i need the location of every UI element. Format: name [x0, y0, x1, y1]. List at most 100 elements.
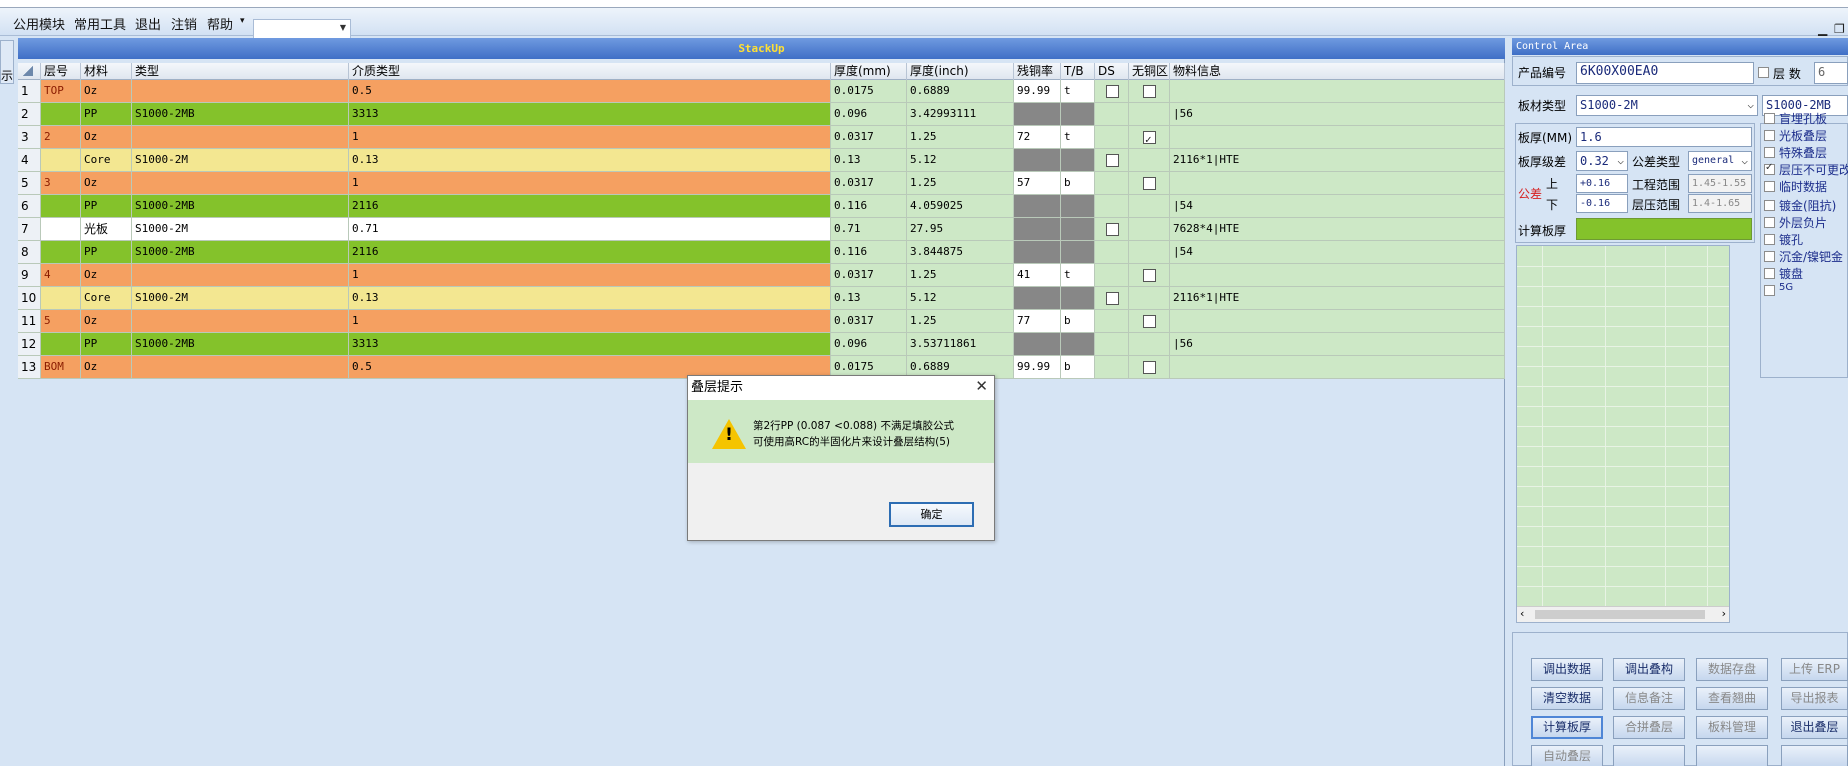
cell-type[interactable] — [132, 172, 349, 195]
cell-mm[interactable]: 0.71 — [831, 218, 907, 241]
cell-mat[interactable]: 光板 — [81, 218, 132, 241]
cell-mm[interactable]: 0.096 — [831, 333, 907, 356]
option-checkbox[interactable] — [1764, 181, 1775, 192]
no-copper-checkbox[interactable] — [1143, 315, 1156, 328]
cell-diel[interactable]: 1 — [349, 310, 831, 333]
cell-ds[interactable] — [1095, 195, 1129, 218]
cell-info[interactable] — [1170, 172, 1505, 195]
cell-inch[interactable]: 3.42993111 — [907, 103, 1014, 126]
cell-info[interactable]: |56 — [1170, 103, 1505, 126]
cell-tb[interactable] — [1061, 287, 1095, 310]
cell-cu[interactable]: 99.99 — [1014, 356, 1061, 379]
cell-info[interactable] — [1170, 126, 1505, 149]
cell-diel[interactable]: 0.71 — [349, 218, 831, 241]
layers-input[interactable]: 6 — [1814, 62, 1848, 84]
cell-inch[interactable]: 1.25 — [907, 126, 1014, 149]
table-row[interactable]: 11 5 Oz 1 0.0317 1.25 77 b — [18, 310, 1505, 333]
action-button[interactable]: 清空数据 — [1531, 687, 1603, 710]
action-button[interactable]: 退出叠层 — [1781, 716, 1848, 739]
cell-cu[interactable] — [1014, 149, 1061, 172]
cell-layer[interactable]: BOM — [41, 356, 81, 379]
action-button[interactable]: 导出报表 — [1781, 687, 1848, 710]
header-material[interactable]: 材料 — [81, 63, 132, 80]
cell-cu[interactable] — [1014, 333, 1061, 356]
cell-type[interactable] — [132, 310, 349, 333]
cell-type[interactable] — [132, 80, 349, 103]
table-row[interactable]: 1 TOP Oz 0.5 0.0175 0.6889 99.99 t — [18, 80, 1505, 103]
cell-nocu[interactable] — [1129, 218, 1170, 241]
cell-info[interactable] — [1170, 80, 1505, 103]
cell-nocu[interactable] — [1129, 287, 1170, 310]
cell-nocu[interactable] — [1129, 172, 1170, 195]
table-row[interactable]: 12 PP S1000-2MB 3313 0.096 3.53711861 |56 — [18, 333, 1505, 356]
cell-mat[interactable]: Oz — [81, 310, 132, 333]
material-select[interactable]: S1000-2M ⌵ — [1576, 95, 1758, 116]
cell-tb[interactable] — [1061, 195, 1095, 218]
action-button[interactable]: 自动叠层 — [1531, 745, 1603, 766]
cell-mm[interactable]: 0.13 — [831, 287, 907, 310]
cell-nocu[interactable] — [1129, 103, 1170, 126]
no-copper-checkbox[interactable] — [1143, 177, 1156, 190]
cell-layer[interactable] — [41, 241, 81, 264]
cell-inch[interactable]: 3.53711861 — [907, 333, 1014, 356]
menu-public-module[interactable]: 公用模块 — [13, 14, 65, 33]
cell-type[interactable]: S1000-2M — [132, 218, 349, 241]
cell-mat[interactable]: Core — [81, 149, 132, 172]
cell-layer[interactable]: TOP — [41, 80, 81, 103]
cell-mat[interactable]: Oz — [81, 356, 132, 379]
cell-mm[interactable]: 0.096 — [831, 103, 907, 126]
close-icon[interactable]: ✕ — [975, 377, 988, 395]
cell-ds[interactable] — [1095, 264, 1129, 287]
cell-layer[interactable]: 4 — [41, 264, 81, 287]
upper-tolerance-input[interactable]: +0.16 — [1576, 174, 1628, 193]
cell-inch[interactable]: 0.6889 — [907, 80, 1014, 103]
cell-info[interactable]: 2116*1|HTE — [1170, 287, 1505, 310]
option-checkbox[interactable] — [1764, 217, 1775, 228]
cell-inch[interactable]: 27.95 — [907, 218, 1014, 241]
cell-info[interactable]: 7628*4|HTE — [1170, 218, 1505, 241]
cell-type[interactable] — [132, 264, 349, 287]
table-row[interactable]: 8 PP S1000-2MB 2116 0.116 3.844875 |54 — [18, 241, 1505, 264]
cell-mat[interactable]: PP — [81, 241, 132, 264]
lower-tolerance-input[interactable]: -0.16 — [1576, 194, 1628, 213]
cell-mm[interactable]: 0.0317 — [831, 172, 907, 195]
cell-mm[interactable]: 0.116 — [831, 241, 907, 264]
cell-layer[interactable] — [41, 287, 81, 310]
cell-tb[interactable]: t — [1061, 80, 1095, 103]
action-button[interactable]: 上传 ERP — [1781, 658, 1848, 681]
cell-info[interactable] — [1170, 264, 1505, 287]
cell-tb[interactable]: t — [1061, 126, 1095, 149]
cell-cu[interactable]: 72 — [1014, 126, 1061, 149]
header-ds[interactable]: DS — [1095, 63, 1129, 80]
menu-common-tools[interactable]: 常用工具 — [74, 14, 126, 33]
cell-layer[interactable] — [41, 195, 81, 218]
cell-tb[interactable]: b — [1061, 172, 1095, 195]
cell-type[interactable]: S1000-2MB — [132, 241, 349, 264]
ok-button[interactable]: 确定 — [889, 502, 974, 527]
table-row[interactable]: 7 光板 S1000-2M 0.71 0.71 27.95 7628*4|HTE — [18, 218, 1505, 241]
cell-ds[interactable] — [1095, 126, 1129, 149]
cell-cu[interactable]: 99.99 — [1014, 80, 1061, 103]
cell-nocu[interactable] — [1129, 80, 1170, 103]
action-button[interactable]: 数据存盘 — [1696, 658, 1768, 681]
cell-mat[interactable]: Oz — [81, 172, 132, 195]
cell-ds[interactable] — [1095, 172, 1129, 195]
cell-tb[interactable]: t — [1061, 264, 1095, 287]
cell-info[interactable]: 2116*1|HTE — [1170, 149, 1505, 172]
table-row[interactable]: 6 PP S1000-2MB 2116 0.116 4.059025 |54 — [18, 195, 1505, 218]
cell-ds[interactable] — [1095, 218, 1129, 241]
cell-nocu[interactable] — [1129, 149, 1170, 172]
result-grid[interactable]: ‹ › — [1516, 245, 1730, 623]
no-copper-checkbox[interactable] — [1143, 361, 1156, 374]
cell-info[interactable] — [1170, 310, 1505, 333]
cell-tb[interactable] — [1061, 241, 1095, 264]
action-button[interactable]: 信息备注 — [1613, 687, 1685, 710]
ds-checkbox[interactable] — [1106, 223, 1119, 236]
cell-type[interactable]: S1000-2MB — [132, 195, 349, 218]
cell-diel[interactable]: 0.13 — [349, 287, 831, 310]
cell-ds[interactable] — [1095, 241, 1129, 264]
cell-type[interactable]: S1000-2M — [132, 149, 349, 172]
grade-select[interactable]: 0.32 ⌵ — [1576, 151, 1628, 171]
left-side-tab[interactable]: 示 — [0, 40, 14, 84]
cell-info[interactable]: |56 — [1170, 333, 1505, 356]
